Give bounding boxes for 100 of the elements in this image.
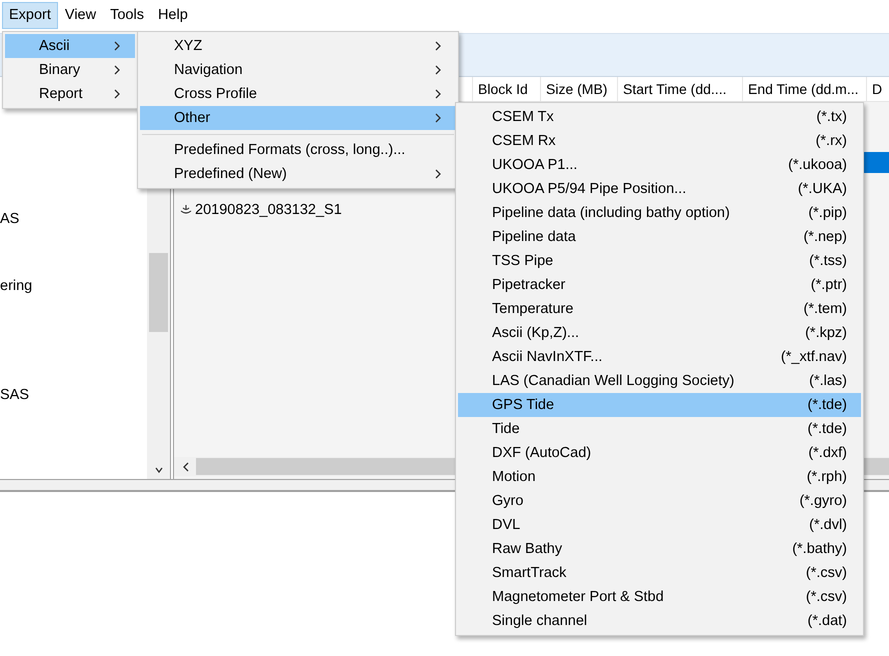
menu-item[interactable]: DXF (AutoCad) (*.dxf): [458, 441, 861, 465]
menu-item-label: CSEM Rx: [492, 133, 557, 149]
file-extension: (*.rx): [816, 133, 847, 149]
menu-item[interactable]: UKOOA P1... (*.ukooa): [458, 153, 861, 177]
menu-item[interactable]: TSS Pipe (*.tss): [458, 249, 861, 273]
file-extension: (*.tde): [808, 397, 847, 413]
menu-item-label: Tide: [492, 421, 521, 437]
column-header[interactable]: Start Time (dd....: [617, 77, 742, 101]
scrollbar-thumb[interactable]: [149, 253, 168, 332]
menu-item-label: GPS Tide: [492, 397, 556, 413]
file-extension: (*_xtf.nav): [780, 349, 847, 365]
menu-item[interactable]: Pipeline data (*.nep): [458, 225, 861, 249]
menu-item[interactable]: XYZ: [140, 34, 456, 58]
menu-item-label: Ascii: [39, 38, 71, 54]
menu-item[interactable]: Cross Profile: [140, 82, 456, 106]
file-extension: (*.csv): [806, 589, 847, 605]
menu-item[interactable]: Navigation: [140, 58, 456, 82]
menu-item-label: UKOOA P1...: [492, 157, 578, 173]
menu-item[interactable]: Predefined (New): [140, 162, 456, 186]
tree-item[interactable]: ering: [0, 275, 32, 297]
menu-item[interactable]: CSEM Tx (*.tx): [458, 105, 861, 129]
menu-item-label: DXF (AutoCad): [492, 445, 592, 461]
file-item[interactable]: 20190823_083132_S1: [195, 202, 342, 218]
menu-item-label: Temperature: [492, 301, 574, 317]
file-extension: (*.tem): [804, 301, 847, 317]
menu-item-label: DVL: [492, 517, 522, 533]
menu-item-label: Other: [174, 110, 212, 126]
file-extension: (*.UKA): [798, 181, 847, 197]
file-extension: (*.pip): [808, 205, 847, 221]
menu-item-label: LAS (Canadian Well Logging Society): [492, 373, 736, 389]
menu-item[interactable]: DVL (*.dvl): [458, 513, 861, 537]
menu-item-label: Magnetometer Port & Stbd: [492, 589, 665, 605]
tree-item[interactable]: AS: [0, 208, 20, 230]
menu-item-label: SmartTrack: [492, 565, 568, 581]
column-header[interactable]: Size (MB): [540, 77, 617, 101]
file-extension: (*.las): [809, 373, 847, 389]
scroll-down-icon: [154, 465, 162, 475]
scroll-left-icon: [182, 462, 190, 472]
file-extension: (*.dat): [808, 613, 847, 629]
file-extension: (*.tss): [809, 253, 847, 269]
menu-item-label: Binary: [39, 62, 82, 78]
menu-item[interactable]: Tide (*.tde): [458, 417, 861, 441]
menu-item[interactable]: Motion (*.rph): [458, 465, 861, 489]
file-extension: (*.kpz): [805, 325, 847, 341]
file-extension: (*.ptr): [810, 277, 847, 293]
file-extension: (*.dxf): [808, 445, 847, 461]
menu-item-label: Navigation: [174, 62, 244, 78]
menu-item-label: Ascii (Kp,Z)...: [492, 325, 580, 341]
menu-item-label: Ascii NavInXTF...: [492, 349, 604, 365]
menu-item-label: Single channel: [492, 613, 588, 629]
menu-bar-item[interactable]: Export: [2, 2, 58, 29]
menu-item[interactable]: Ascii (Kp,Z)... (*.kpz): [458, 321, 861, 345]
menu-item-label: Predefined (New): [174, 166, 288, 182]
menu-item[interactable]: UKOOA P5/94 Pipe Position... (*.UKA): [458, 177, 861, 201]
file-extension: (*.csv): [806, 565, 847, 581]
menu-item[interactable]: Gyro (*.gyro): [458, 489, 861, 513]
file-extension: (*.nep): [803, 229, 847, 245]
menu-item[interactable]: Predefined Formats (cross, long..)...: [140, 138, 456, 162]
menu-bar-item[interactable]: Help: [150, 2, 195, 29]
column-header[interactable]: Block Id: [472, 77, 540, 101]
menu-item[interactable]: Ascii NavInXTF... (*_xtf.nav): [458, 345, 861, 369]
menu-item-label: Raw Bathy: [492, 541, 564, 557]
sonar-icon: [180, 204, 192, 216]
menu-item[interactable]: Report: [5, 82, 135, 106]
menu-item-label: Predefined Formats (cross, long..)...: [174, 142, 406, 158]
menu-item-label: XYZ: [174, 38, 204, 54]
menu-item[interactable]: Binary: [5, 58, 135, 82]
menu-item-label: Cross Profile: [174, 86, 258, 102]
menu-bar-item[interactable]: View: [58, 2, 104, 29]
file-extension: (*.tde): [808, 421, 847, 437]
menu-item-label: Gyro: [492, 493, 524, 509]
menu-item[interactable]: Raw Bathy (*.bathy): [458, 537, 861, 561]
menu-item-label: CSEM Tx: [492, 109, 555, 125]
menu-item-label: Pipeline data: [492, 229, 577, 245]
column-header[interactable]: End Time (dd.m...: [742, 77, 866, 101]
file-extension: (*.rph): [806, 469, 847, 485]
file-extension: (*.bathy): [792, 541, 847, 557]
menu-item[interactable]: Pipeline data (including bathy option) (*.pip): [458, 201, 861, 225]
menu-item-label: Pipetracker: [492, 277, 566, 293]
tree-item[interactable]: SAS: [0, 384, 30, 406]
menu-item-label: Report: [39, 86, 84, 102]
menu-item[interactable]: GPS Tide (*.tde): [458, 393, 861, 417]
menu-item[interactable]: Single channel (*.dat): [458, 609, 861, 633]
menu-item-label: Motion: [492, 469, 537, 485]
menu-item[interactable]: Other: [140, 106, 456, 130]
menu-item[interactable]: LAS (Canadian Well Logging Society) (*.las): [458, 369, 861, 393]
menu-bar-item[interactable]: Tools: [103, 2, 151, 29]
menu-item[interactable]: Magnetometer Port & Stbd (*.csv): [458, 585, 861, 609]
menu-item[interactable]: Ascii: [5, 34, 135, 58]
menu-item[interactable]: CSEM Rx (*.rx): [458, 129, 861, 153]
menu-item[interactable]: Pipetracker (*.ptr): [458, 273, 861, 297]
menu-item-label: UKOOA P5/94 Pipe Position...: [492, 181, 688, 197]
file-extension: (*.tx): [816, 109, 847, 125]
file-extension: (*.dvl): [809, 517, 847, 533]
menu-item-label: TSS Pipe: [492, 253, 554, 269]
file-extension: (*.ukooa): [788, 157, 847, 173]
column-header[interactable]: D: [866, 77, 886, 101]
menu-item[interactable]: SmartTrack (*.csv): [458, 561, 861, 585]
menu-item[interactable]: Temperature (*.tem): [458, 297, 861, 321]
file-extension: (*.gyro): [799, 493, 847, 509]
